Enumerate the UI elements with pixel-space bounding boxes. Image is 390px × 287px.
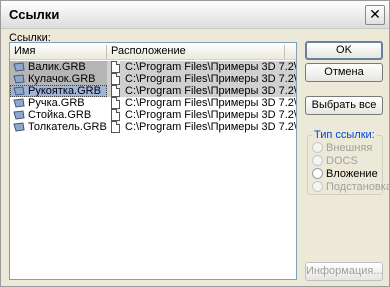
document-icon xyxy=(111,97,120,109)
table-row[interactable]: Толкатель.GRB C:\Program Files\Примеры 3… xyxy=(10,121,296,133)
link-location: C:\Program Files\Примеры 3D 7.2\Моде... xyxy=(125,109,296,121)
radio-external[interactable]: Внешняя xyxy=(312,142,384,154)
radio-circle xyxy=(312,181,323,192)
radio-circle xyxy=(312,168,323,179)
document-icon xyxy=(111,73,120,85)
part-icon xyxy=(13,110,25,120)
table-row[interactable]: Кулачок.GRB C:\Program Files\Примеры 3D … xyxy=(10,73,296,85)
window-title: Ссылки xyxy=(9,7,60,22)
radio-circle xyxy=(312,142,323,153)
column-header-location[interactable]: Расположение xyxy=(107,45,285,59)
cancel-button[interactable]: Отмена xyxy=(305,63,383,82)
list-header: Имя Расположение xyxy=(10,43,296,60)
part-icon xyxy=(13,98,25,108)
link-type-group: Тип ссылки: Внешняя DOCS Вложение Подста… xyxy=(307,129,390,195)
select-all-button[interactable]: Выбрать все xyxy=(305,96,383,115)
document-icon xyxy=(111,109,120,121)
links-dialog: Ссылки ✕ Ссылки: Имя Расположение Валик.… xyxy=(0,0,390,287)
link-location: C:\Program Files\Примеры 3D 7.2\Моде... xyxy=(125,73,296,85)
radio-circle xyxy=(312,155,323,166)
link-location: C:\Program Files\Примеры 3D 7.2\Моде... xyxy=(125,85,296,97)
table-row[interactable]: Ручка.GRB C:\Program Files\Примеры 3D 7.… xyxy=(10,97,296,109)
close-icon[interactable]: ✕ xyxy=(365,5,385,25)
part-icon xyxy=(13,122,25,132)
info-button[interactable]: Информация... xyxy=(305,262,383,281)
document-icon xyxy=(111,121,120,133)
link-name: Толкатель.GRB xyxy=(28,121,107,133)
column-header-filler xyxy=(285,45,296,59)
link-name: Кулачок.GRB xyxy=(28,73,96,85)
document-icon xyxy=(111,61,120,73)
part-icon xyxy=(13,74,25,84)
link-type-title: Тип ссылки: xyxy=(312,129,377,141)
document-icon xyxy=(111,85,120,97)
radio-docs[interactable]: DOCS xyxy=(312,155,384,167)
ok-button[interactable]: OK xyxy=(305,41,383,60)
link-name: Валик.GRB xyxy=(28,61,86,73)
link-location: C:\Program Files\Примеры 3D 7.2\Моде... xyxy=(125,97,296,109)
links-list[interactable]: Имя Расположение Валик.GRB C:\Program Fi… xyxy=(9,42,297,280)
part-icon xyxy=(13,86,25,96)
table-row[interactable]: Рукоятка.GRB C:\Program Files\Примеры 3D… xyxy=(10,85,296,97)
table-row[interactable]: Стойка.GRB C:\Program Files\Примеры 3D 7… xyxy=(10,109,296,121)
part-icon xyxy=(13,62,25,72)
radio-embedded[interactable]: Вложение xyxy=(312,168,384,180)
column-header-name[interactable]: Имя xyxy=(10,45,107,59)
link-name: Стойка.GRB xyxy=(28,109,92,121)
link-location: C:\Program Files\Примеры 3D 7.2\Моде... xyxy=(125,121,296,133)
title-bar[interactable]: Ссылки ✕ xyxy=(1,1,389,29)
table-row[interactable]: Валик.GRB C:\Program Files\Примеры 3D 7.… xyxy=(10,61,296,73)
link-name: Рукоятка.GRB xyxy=(28,85,101,97)
radio-substitution[interactable]: Подстановка xyxy=(312,181,390,193)
link-location: C:\Program Files\Примеры 3D 7.2\Моде... xyxy=(125,61,296,73)
link-name: Ручка.GRB xyxy=(28,97,85,109)
